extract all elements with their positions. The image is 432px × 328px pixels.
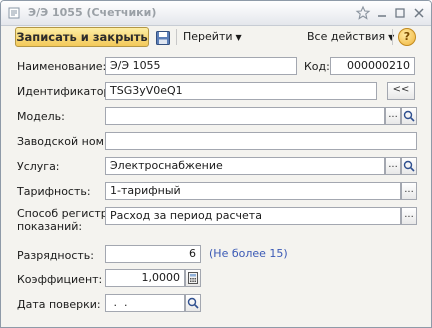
save-icon[interactable] (155, 30, 171, 46)
tariff-label: Тарифность: (17, 185, 91, 198)
name-label: Наименование: (17, 60, 107, 73)
minimize-icon[interactable] (374, 5, 390, 21)
reading-method-label-line2: показаний: (17, 220, 83, 233)
command-bar: Записать и закрыть Перейти ▼ Все действия… (1, 25, 431, 49)
tariff-select-button[interactable]: ... (401, 182, 417, 200)
tariff-field[interactable]: 1-тарифный (105, 182, 401, 200)
calculator-button[interactable] (185, 269, 201, 287)
form-window: Э/Э 1055 (Счетчики) Записать и закрыть П… (0, 0, 432, 328)
identifier-label: Идентификатор: (17, 85, 115, 98)
help-button[interactable]: ? (398, 28, 416, 46)
model-open-button[interactable] (401, 107, 417, 125)
document-icon (8, 7, 20, 19)
verification-date-label: Дата поверки: (17, 298, 101, 311)
go-menu-label: Перейти (183, 30, 233, 43)
model-label: Модель: (17, 110, 65, 123)
coefficient-field[interactable]: 1,0000 (105, 269, 185, 287)
digits-label: Разрядность: (17, 249, 94, 262)
date-picker-button[interactable] (185, 294, 201, 312)
ellipsis-icon: ... (404, 184, 414, 195)
service-label: Услуга: (17, 160, 60, 173)
identifier-field[interactable]: TSG3yV0eQ1 (105, 82, 377, 100)
window-title: Э/Э 1055 (Счетчики) (28, 6, 157, 19)
search-icon (187, 297, 199, 309)
service-open-button[interactable] (401, 157, 417, 175)
ellipsis-icon: ... (404, 209, 414, 220)
serial-number-field[interactable] (105, 132, 417, 150)
ellipsis-icon: ... (388, 109, 398, 120)
name-field[interactable]: Э/Э 1055 (105, 57, 297, 75)
search-icon (403, 160, 415, 172)
save-and-close-button[interactable]: Записать и закрыть (15, 27, 149, 47)
reading-method-field[interactable]: Расход за период расчета (105, 207, 401, 225)
ellipsis-icon: ... (388, 159, 398, 170)
serial-number-label: Заводской ном.: (17, 135, 112, 148)
service-field[interactable]: Электроснабжение (105, 157, 385, 175)
maximize-icon[interactable] (392, 5, 408, 21)
service-select-button[interactable]: ... (385, 157, 401, 175)
reading-method-label-line1: Способ регистр. (17, 207, 112, 220)
close-icon[interactable] (411, 5, 427, 21)
search-icon (403, 110, 415, 122)
code-label: Код: (304, 60, 330, 73)
reading-method-select-button[interactable]: ... (401, 207, 417, 225)
code-field[interactable]: 000000210 (330, 57, 415, 75)
toolbar-separator (176, 29, 177, 45)
favorites-icon[interactable] (355, 5, 371, 21)
model-field[interactable] (105, 107, 385, 125)
go-menu[interactable]: Перейти ▼ (183, 30, 242, 43)
digits-hint: (Не более 15) (209, 247, 288, 260)
coefficient-label: Коэффициент: (17, 273, 103, 286)
verification-date-field[interactable]: . . (105, 294, 185, 312)
title-bar: Э/Э 1055 (Счетчики) (1, 1, 431, 26)
identifier-generate-button[interactable]: << (387, 82, 415, 100)
digits-field[interactable]: 6 (105, 245, 201, 263)
all-actions-label: Все действия (307, 30, 386, 43)
chevron-down-icon: ▼ (235, 33, 242, 42)
calculator-icon (188, 272, 198, 284)
toolbar-separator (392, 29, 393, 45)
all-actions-menu[interactable]: Все действия▼ (307, 30, 394, 43)
model-select-button[interactable]: ... (385, 107, 401, 125)
